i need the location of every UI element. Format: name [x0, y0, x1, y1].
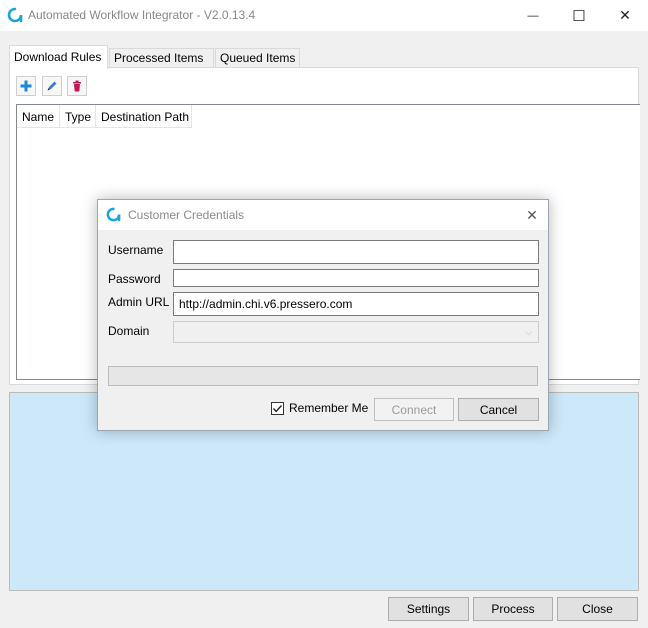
admin-url-label: Admin URL — [108, 295, 170, 309]
close-button[interactable]: Close — [557, 597, 638, 621]
settings-button[interactable]: Settings — [388, 597, 469, 621]
checkbox-box[interactable] — [271, 401, 284, 415]
connection-progress-bar — [108, 366, 538, 386]
close-window-button[interactable]: ✕ — [602, 0, 648, 31]
dialog-title: Customer Credentials — [128, 208, 245, 222]
password-label: Password — [108, 272, 161, 286]
window-title: Automated Workflow Integrator - V2.0.13.… — [28, 8, 256, 22]
dialog-close-button[interactable]: ✕ — [522, 206, 542, 224]
admin-url-field[interactable] — [173, 292, 539, 316]
domain-select[interactable]: ⌵ — [173, 321, 539, 343]
grid-header: Name Type Destination Path — [17, 105, 192, 128]
close-icon: ✕ — [619, 7, 631, 23]
plus-icon — [20, 80, 32, 92]
password-field[interactable] — [173, 269, 539, 287]
trash-icon — [73, 80, 81, 92]
column-header-name[interactable]: Name — [17, 105, 60, 128]
add-rule-button[interactable] — [16, 76, 36, 96]
chevron-down-icon: ⌵ — [525, 327, 532, 337]
cancel-button[interactable]: Cancel — [458, 398, 539, 421]
domain-label: Domain — [108, 324, 150, 338]
connect-button[interactable]: Connect — [374, 398, 454, 421]
minimize-icon: — — [527, 9, 539, 22]
app-logo-icon — [106, 207, 121, 222]
dialog-title-bar: Customer Credentials ✕ — [98, 200, 548, 230]
column-header-type[interactable]: Type — [60, 105, 96, 128]
pencil-icon — [47, 81, 57, 91]
tab-queued-items[interactable]: Queued Items — [215, 48, 300, 68]
close-icon: ✕ — [526, 206, 538, 223]
title-bar: Automated Workflow Integrator - V2.0.13.… — [0, 0, 648, 31]
tab-processed-items[interactable]: Processed Items — [109, 48, 214, 68]
process-button[interactable]: Process — [473, 597, 553, 621]
checkmark-icon — [272, 404, 283, 412]
customer-credentials-dialog: Customer Credentials ✕ Username Password… — [97, 199, 549, 431]
username-label: Username — [108, 243, 164, 257]
maximize-icon: ☐ — [572, 7, 586, 25]
app-logo-icon — [7, 7, 23, 23]
remember-me-checkbox[interactable]: Remember Me — [271, 401, 368, 415]
username-field[interactable] — [173, 240, 539, 264]
column-header-destination-path[interactable]: Destination Path — [96, 105, 192, 128]
remember-me-label: Remember Me — [289, 401, 369, 415]
tab-download-rules[interactable]: Download Rules — [9, 45, 108, 69]
minimize-button[interactable]: — — [510, 0, 556, 31]
edit-rule-button[interactable] — [42, 76, 62, 96]
delete-rule-button[interactable] — [67, 76, 87, 96]
maximize-button[interactable]: ☐ — [556, 0, 602, 31]
